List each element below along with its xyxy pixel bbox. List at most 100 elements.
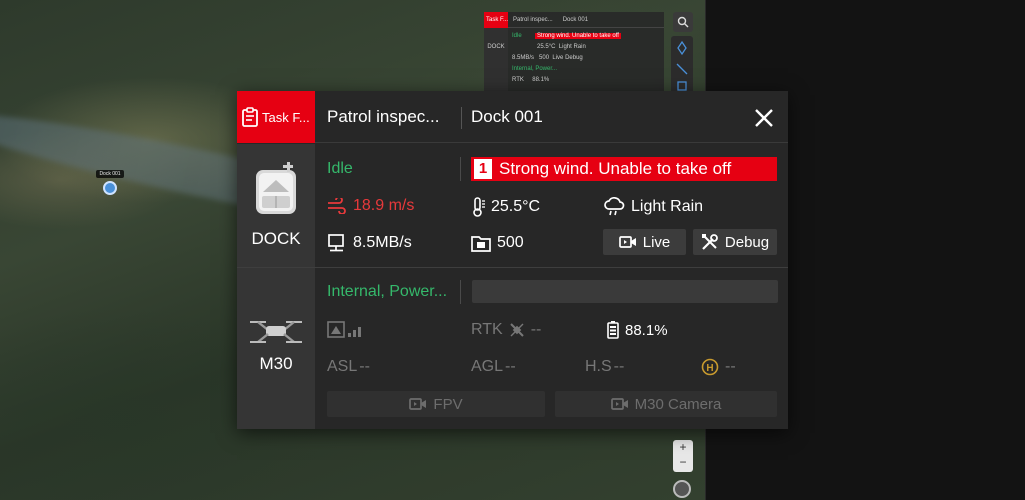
alert-banner[interactable]: 1 Strong wind. Unable to take off [471, 157, 777, 181]
drone-status: Internal, Power... [327, 283, 448, 300]
battery-field: 88.1% [607, 321, 668, 339]
svg-text:H: H [706, 363, 713, 374]
task-title: Patrol inspec... [327, 107, 440, 126]
search-icon [677, 16, 689, 28]
network-value: 8.5MB/s [353, 234, 412, 251]
live-button-label: Live [642, 233, 671, 251]
drone-icon [250, 321, 302, 343]
signal-field [327, 321, 361, 339]
mini-title: Patrol inspec... [513, 16, 553, 23]
debug-button[interactable]: Debug [693, 229, 777, 255]
mini-weather: Light Rain [558, 44, 586, 50]
asl-field: ASL -- [327, 358, 370, 376]
map-tool-strip[interactable] [671, 36, 693, 96]
temperature-field: 25.5°C [471, 197, 540, 217]
mini-side: DOCK [484, 28, 508, 92]
dock-status: Idle [327, 160, 353, 177]
alert-text: Strong wind. Unable to take off [499, 159, 732, 178]
home-distance-field: H -- [701, 358, 736, 376]
compass-icon[interactable] [673, 480, 691, 498]
mini-debug: Debug [565, 55, 583, 61]
agl-value: -- [505, 358, 516, 375]
rtk-field: RTK -- [471, 321, 541, 339]
battery-value: 88.1% [625, 321, 668, 339]
hs-value: -- [613, 358, 625, 375]
alert-count: 1 [474, 159, 492, 179]
tools-icon [701, 234, 718, 250]
mini-storage: 500 [539, 55, 550, 61]
mini-task-tab: Task F... [484, 12, 508, 28]
fpv-button-label: FPV [433, 395, 463, 413]
zoom-control[interactable]: + − [673, 440, 693, 472]
video-camera-icon [409, 398, 427, 410]
mini-net: 8.5MB/s [512, 55, 535, 61]
dock-marker-label: Dock 001 [96, 170, 124, 178]
mini-battery: 88.1% [532, 77, 550, 83]
dock-side-panel: DOCK [237, 144, 315, 267]
satellite-icon [510, 323, 524, 337]
drone-side-label: M30 [259, 354, 293, 373]
storage-field: 500 [471, 234, 524, 252]
close-button[interactable] [751, 105, 777, 131]
horizontal-speed-field: H.S -- [585, 358, 624, 376]
m30-camera-button[interactable]: M30 Camera [555, 391, 777, 417]
dock-side-label: DOCK [251, 229, 301, 248]
mini-alert: Strong wind. Unable to take off [535, 33, 621, 39]
clipboard-icon [242, 107, 258, 127]
agl-label: AGL [471, 358, 504, 375]
weather-field: Light Rain [603, 197, 703, 217]
dock-map-marker[interactable]: Dock 001 [96, 170, 124, 195]
header-divider [461, 107, 462, 129]
dock-device-icon [256, 162, 296, 214]
section-divider [237, 267, 788, 268]
map-tools-icon [676, 40, 688, 91]
network-field: 8.5MB/s [327, 234, 412, 252]
weather-value: Light Rain [631, 198, 704, 215]
asl-value: -- [359, 358, 370, 375]
network-icon [328, 234, 344, 252]
live-button[interactable]: Live [603, 229, 686, 255]
wind-speed-field: 18.9 m/s [327, 197, 414, 215]
debug-button-label: Debug [724, 233, 770, 251]
home-point-icon: H [701, 358, 719, 376]
rtk-label: RTK [471, 321, 503, 338]
drone-message-bar [472, 280, 778, 303]
mini-dock-name: Dock 001 [562, 16, 589, 23]
mini-internal: Internal, Power... [512, 66, 558, 72]
agl-field: AGL -- [471, 358, 516, 376]
temperature-value: 25.5°C [491, 198, 541, 215]
storage-value: 500 [497, 234, 524, 251]
battery-icon [607, 321, 619, 339]
dock-status-divider [460, 157, 461, 181]
rain-cloud-icon [604, 197, 625, 216]
panel-header: Task F... Patrol inspec... Dock 001 [237, 91, 788, 143]
mini-live: Live [552, 55, 564, 61]
dock-name: Dock 001 [471, 107, 543, 126]
wind-icon [328, 198, 346, 214]
image-transmission-signal-icon [327, 321, 361, 338]
task-tab-label: Task F... [262, 109, 310, 125]
rtk-value: -- [530, 321, 542, 338]
zoom-in-button[interactable]: + [673, 440, 693, 455]
mini-dock-panel: Task F... Patrol inspec... Dock 001 DOCK… [484, 12, 664, 92]
m30-camera-button-label: M30 Camera [634, 395, 722, 413]
dock-marker-icon [103, 181, 117, 195]
video-camera-icon [610, 398, 628, 410]
home-distance-value: -- [725, 358, 736, 375]
wind-speed-value: 18.9 m/s [353, 197, 415, 214]
asl-label: ASL [327, 358, 358, 375]
drone-side-panel: M30 [237, 268, 315, 429]
thermometer-icon [473, 197, 485, 217]
device-info-panel: Task F... Patrol inspec... Dock 001 DOCK… [237, 91, 788, 429]
hs-label: H.S [585, 358, 612, 375]
mini-side-label: DOCK [487, 44, 505, 50]
mini-status: Idle [512, 33, 522, 39]
fpv-button[interactable]: FPV [327, 391, 545, 417]
video-camera-icon [618, 236, 636, 248]
mini-rtk: RTK [512, 77, 524, 83]
drone-status-divider [460, 280, 461, 304]
task-tab[interactable]: Task F... [237, 91, 315, 143]
storage-folder-icon [471, 236, 491, 252]
map-search-button[interactable] [673, 12, 693, 32]
zoom-out-button[interactable]: − [673, 455, 693, 470]
